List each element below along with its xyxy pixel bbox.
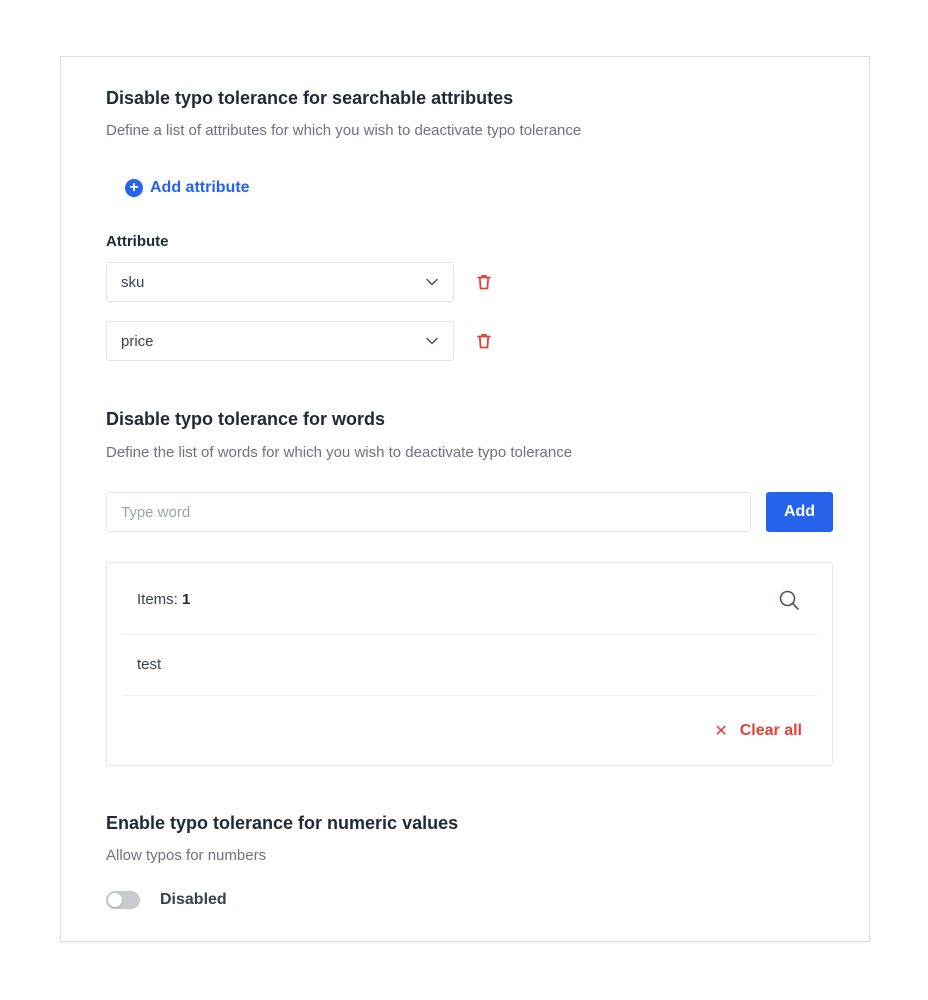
attributes-section-description: Define a list of attributes for which yo… — [106, 122, 582, 139]
trash-icon[interactable] — [475, 332, 493, 350]
attributes-section-title: Disable typo tolerance for searchable at… — [106, 88, 514, 108]
list-item: test — [137, 656, 162, 673]
words-section-description: Define the list of words for which you w… — [106, 444, 573, 461]
clear-all-button[interactable]: ✕ Clear all — [714, 721, 802, 741]
clear-all-label: Clear all — [739, 722, 802, 739]
numeric-section-description: Allow typos for numbers — [106, 847, 267, 864]
words-list: Items: 1 test ✕ Clear all — [106, 562, 833, 766]
add-attribute-button[interactable]: + Add attribute — [125, 179, 250, 197]
items-count-value: 1 — [182, 591, 191, 608]
attribute-select-2[interactable]: price — [106, 321, 454, 361]
numeric-section-title: Enable typo tolerance for numeric values — [106, 813, 459, 833]
chevron-down-icon — [425, 275, 439, 289]
attribute-select-value: sku — [121, 273, 145, 291]
typo-tolerance-card: Disable typo tolerance for searchable at… — [60, 56, 870, 942]
attribute-field-label: Attribute — [106, 233, 169, 250]
trash-icon[interactable] — [475, 273, 493, 291]
divider — [122, 634, 817, 635]
search-icon[interactable] — [778, 589, 800, 611]
attribute-select-value: price — [121, 332, 154, 350]
toggle-knob — [108, 893, 122, 907]
numeric-typo-toggle[interactable] — [106, 891, 140, 909]
chevron-down-icon — [425, 334, 439, 348]
words-section-title: Disable typo tolerance for words — [106, 409, 386, 429]
divider — [122, 695, 817, 696]
plus-circle-icon: + — [125, 179, 143, 197]
close-icon: ✕ — [714, 723, 728, 740]
toggle-status-label: Disabled — [160, 891, 227, 908]
add-word-button[interactable]: Add — [766, 492, 833, 532]
numeric-toggle-row: Disabled — [106, 891, 227, 909]
type-word-input[interactable] — [106, 492, 751, 532]
attribute-select-1[interactable]: sku — [106, 262, 454, 302]
items-count: Items: 1 — [137, 591, 191, 608]
add-attribute-label: Add attribute — [150, 179, 250, 196]
